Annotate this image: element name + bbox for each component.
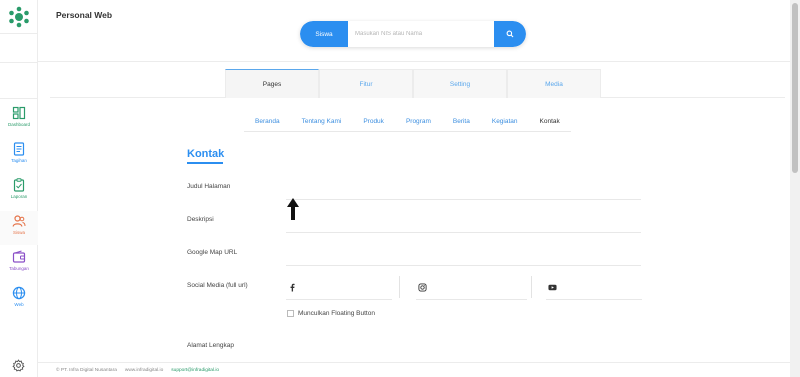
tab-media[interactable]: Media bbox=[507, 69, 601, 98]
checkbox-box[interactable] bbox=[287, 310, 294, 317]
tab-setting[interactable]: Setting bbox=[413, 69, 507, 98]
youtube-field[interactable] bbox=[548, 274, 557, 300]
sidebar-item-dashboard[interactable]: Dashboard bbox=[0, 103, 38, 137]
vertical-scrollbar[interactable] bbox=[790, 0, 800, 377]
sidebar-item-siswa[interactable]: Siswa bbox=[0, 211, 38, 245]
sidebar-item-label: Tagihan bbox=[11, 158, 27, 163]
sidebar-divider bbox=[0, 62, 38, 63]
subtab-produk[interactable]: Produk bbox=[352, 111, 395, 132]
page-title: Personal Web bbox=[56, 10, 113, 20]
student-icon bbox=[12, 215, 26, 227]
judul-halaman-input[interactable] bbox=[286, 199, 641, 200]
wallet-icon bbox=[12, 250, 26, 263]
floating-button-label: Munculkan Floating Button bbox=[298, 310, 375, 317]
youtube-icon bbox=[548, 284, 557, 290]
sub-tabs: Beranda Tentang Kami Produk Program Beri… bbox=[244, 111, 571, 132]
social-media-label: Social Media (full url) bbox=[187, 282, 248, 289]
sidebar-item-label: Siswa bbox=[12, 230, 25, 235]
footer-email[interactable]: support@infradigital.io bbox=[171, 368, 219, 373]
judul-halaman-label: Judul Halaman bbox=[187, 183, 231, 190]
subtab-kegiatan[interactable]: Kegiatan bbox=[481, 111, 529, 132]
section-title-underline bbox=[187, 162, 223, 164]
report-icon bbox=[13, 178, 25, 192]
main-tabs: Pages Fitur Setting Media bbox=[225, 69, 601, 98]
instagram-field[interactable] bbox=[418, 274, 427, 300]
google-map-url-input[interactable] bbox=[286, 265, 641, 266]
top-bar: Personal Web Siswa bbox=[38, 0, 790, 62]
facebook-icon bbox=[290, 283, 295, 292]
section-title: Kontak bbox=[187, 148, 225, 160]
deskripsi-label: Deskripsi bbox=[187, 216, 214, 223]
invoice-icon bbox=[13, 142, 25, 156]
youtube-input-line bbox=[546, 299, 642, 300]
tab-pages[interactable]: Pages bbox=[225, 69, 319, 98]
sidebar-divider bbox=[0, 33, 38, 34]
social-divider bbox=[531, 276, 532, 298]
tab-fitur[interactable]: Fitur bbox=[319, 69, 413, 98]
social-divider bbox=[399, 276, 400, 298]
deskripsi-input[interactable] bbox=[286, 232, 641, 233]
search-icon bbox=[506, 30, 514, 38]
globe-icon bbox=[12, 286, 26, 300]
google-map-url-label: Google Map URL bbox=[187, 249, 238, 256]
facebook-field[interactable] bbox=[288, 274, 297, 300]
app-logo[interactable] bbox=[8, 6, 30, 28]
alamat-lengkap-label: Alamat Lengkap bbox=[187, 342, 234, 349]
pointer-cursor-icon bbox=[287, 198, 299, 220]
sidebar-item-label: Laporan bbox=[10, 194, 28, 199]
sidebar-item-label: Web bbox=[14, 302, 24, 307]
instagram-input-line bbox=[416, 299, 527, 300]
sidebar-item-tagihan[interactable]: Tagihan bbox=[0, 139, 38, 173]
subtab-kontak[interactable]: Kontak bbox=[529, 111, 571, 132]
sidebar-item-tabungan[interactable]: Tabungan bbox=[0, 247, 38, 281]
search-button[interactable] bbox=[494, 21, 526, 47]
dashboard-icon bbox=[12, 106, 26, 120]
footer: © PT. Infra Digital Nusantara www.infrad… bbox=[38, 362, 790, 377]
footer-website[interactable]: www.infradigital.io bbox=[125, 368, 163, 373]
search-bar: Siswa bbox=[300, 21, 526, 47]
subtab-program[interactable]: Program bbox=[395, 111, 442, 132]
sidebar-divider bbox=[0, 98, 38, 99]
gear-icon[interactable] bbox=[12, 359, 25, 372]
sidebar-item-label: Dashboard bbox=[7, 122, 30, 127]
subtab-berita[interactable]: Berita bbox=[442, 111, 481, 132]
footer-copyright: © PT. Infra Digital Nusantara bbox=[56, 367, 117, 373]
floating-button-checkbox[interactable]: Munculkan Floating Button bbox=[287, 310, 375, 317]
facebook-input-line bbox=[286, 299, 392, 300]
subtab-beranda[interactable]: Beranda bbox=[244, 111, 291, 132]
sidebar-item-laporan[interactable]: Laporan bbox=[0, 175, 38, 209]
sidebar-item-label: Tabungan bbox=[9, 266, 29, 271]
sidebar-item-web[interactable]: Web bbox=[0, 283, 38, 317]
search-input[interactable] bbox=[348, 21, 494, 47]
scrollbar-thumb[interactable] bbox=[792, 3, 798, 173]
sidebar: Dashboard Tagihan Laporan Siswa Tabungan… bbox=[0, 0, 38, 377]
instagram-icon bbox=[418, 282, 427, 292]
search-category-button[interactable]: Siswa bbox=[300, 21, 348, 47]
subtab-tentang-kami[interactable]: Tentang Kami bbox=[291, 111, 353, 132]
